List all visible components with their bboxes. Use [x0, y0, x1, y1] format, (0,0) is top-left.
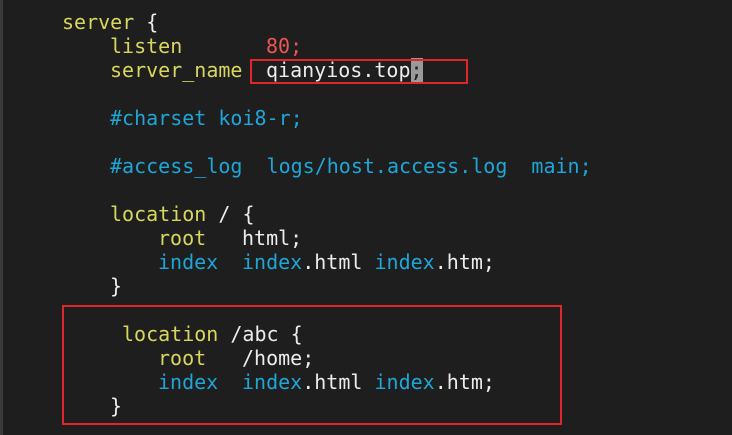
highlight-box-server-name	[250, 59, 468, 84]
code-line-access-log-comment: #access_log logs/host.access.log main;	[110, 154, 592, 178]
code-line-listen: listen	[110, 34, 182, 58]
code-line-close-1: }	[110, 274, 123, 298]
code-line-root-html: root	[158, 226, 206, 250]
index-keyword: index	[158, 250, 219, 274]
listen-keyword: listen	[110, 34, 183, 58]
location-keyword: location	[110, 202, 207, 226]
listen-value: 80;	[266, 34, 303, 58]
code-line-location-root: location / {	[110, 202, 255, 226]
code-editor[interactable]: server { listen 80; server_name qianyios…	[0, 0, 732, 435]
root-keyword: root	[158, 226, 207, 250]
server-name-keyword: server_name	[110, 58, 243, 82]
code-line-index-1: index	[158, 250, 218, 274]
code-line-charset-comment: #charset koi8-r;	[110, 106, 303, 130]
index-values-1: index.html index.htm;	[242, 250, 495, 274]
editor-gutter	[0, 0, 3, 435]
code-line-server: server {	[62, 10, 158, 34]
open-brace: {	[146, 10, 159, 34]
root-value: html;	[242, 226, 303, 250]
server-keyword: server	[62, 10, 135, 34]
code-line-server-name: server_name	[110, 58, 242, 82]
location-path: / {	[218, 202, 255, 226]
highlight-box-location-abc	[62, 305, 562, 425]
